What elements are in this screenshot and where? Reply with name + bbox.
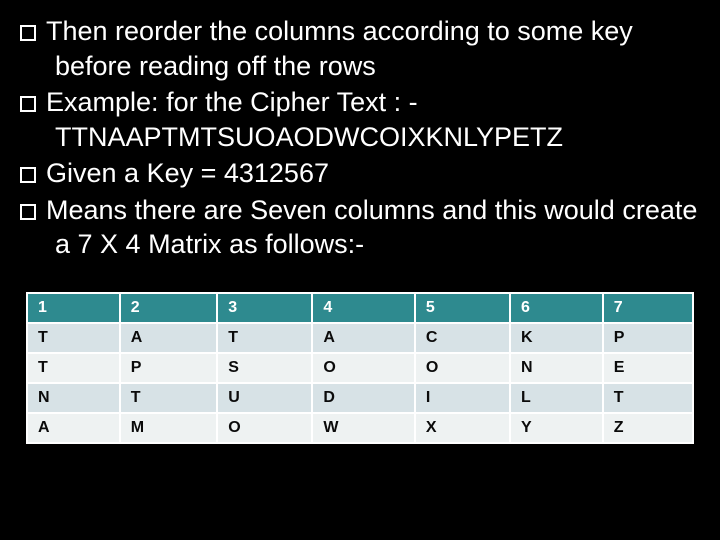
bullet-rest: a Key = 4312567 <box>117 158 329 188</box>
bullet-item: Means there are Seven columns and this w… <box>20 193 700 262</box>
cell: K <box>510 323 603 353</box>
cell: A <box>312 323 414 353</box>
cell: P <box>120 353 218 383</box>
slide: Then reorder the columns according to so… <box>0 0 720 540</box>
bullet-item: Given a Key = 4312567 <box>20 156 700 191</box>
square-bullet-icon <box>20 167 36 183</box>
cell: W <box>312 413 414 443</box>
cell: O <box>217 413 312 443</box>
cell: T <box>603 383 693 413</box>
cell: C <box>415 323 510 353</box>
matrix-table: 1 2 3 4 5 6 7 T A T A C K P <box>26 292 694 444</box>
cell: O <box>312 353 414 383</box>
cell: M <box>120 413 218 443</box>
cell: O <box>415 353 510 383</box>
cell: L <box>510 383 603 413</box>
cell: N <box>510 353 603 383</box>
square-bullet-icon <box>20 25 36 41</box>
cell: T <box>27 323 120 353</box>
cell: P <box>603 323 693 353</box>
bullet-first-word: Means <box>46 195 127 225</box>
table-row: N T U D I L T <box>27 383 693 413</box>
col-header: 7 <box>603 293 693 323</box>
col-header: 5 <box>415 293 510 323</box>
cell: S <box>217 353 312 383</box>
cell: Y <box>510 413 603 443</box>
col-header: 6 <box>510 293 603 323</box>
bullet-rest: there are Seven columns and this would c… <box>55 195 697 260</box>
bullet-rest: reorder the columns according to some ke… <box>55 16 633 81</box>
table-header-row: 1 2 3 4 5 6 7 <box>27 293 693 323</box>
cell: T <box>120 383 218 413</box>
cell: U <box>217 383 312 413</box>
bullet-item: Then reorder the columns according to so… <box>20 14 700 83</box>
col-header: 2 <box>120 293 218 323</box>
matrix-table-wrap: 1 2 3 4 5 6 7 T A T A C K P <box>20 292 700 444</box>
bullet-list: Then reorder the columns according to so… <box>20 14 700 264</box>
cell: E <box>603 353 693 383</box>
cell: T <box>27 353 120 383</box>
table-row: T A T A C K P <box>27 323 693 353</box>
table-row: T P S O O N E <box>27 353 693 383</box>
cell: D <box>312 383 414 413</box>
cell: I <box>415 383 510 413</box>
cell: X <box>415 413 510 443</box>
cell: N <box>27 383 120 413</box>
col-header: 1 <box>27 293 120 323</box>
square-bullet-icon <box>20 96 36 112</box>
square-bullet-icon <box>20 204 36 220</box>
bullet-first-word: Then <box>46 16 108 46</box>
cell: T <box>217 323 312 353</box>
bullet-item: Example: for the Cipher Text : - TTNAAPT… <box>20 85 700 154</box>
cell: A <box>120 323 218 353</box>
cell: A <box>27 413 120 443</box>
cell: Z <box>603 413 693 443</box>
col-header: 3 <box>217 293 312 323</box>
col-header: 4 <box>312 293 414 323</box>
bullet-first-word: Example: <box>46 87 159 117</box>
table-row: A M O W X Y Z <box>27 413 693 443</box>
bullet-first-word: Given <box>46 158 117 188</box>
